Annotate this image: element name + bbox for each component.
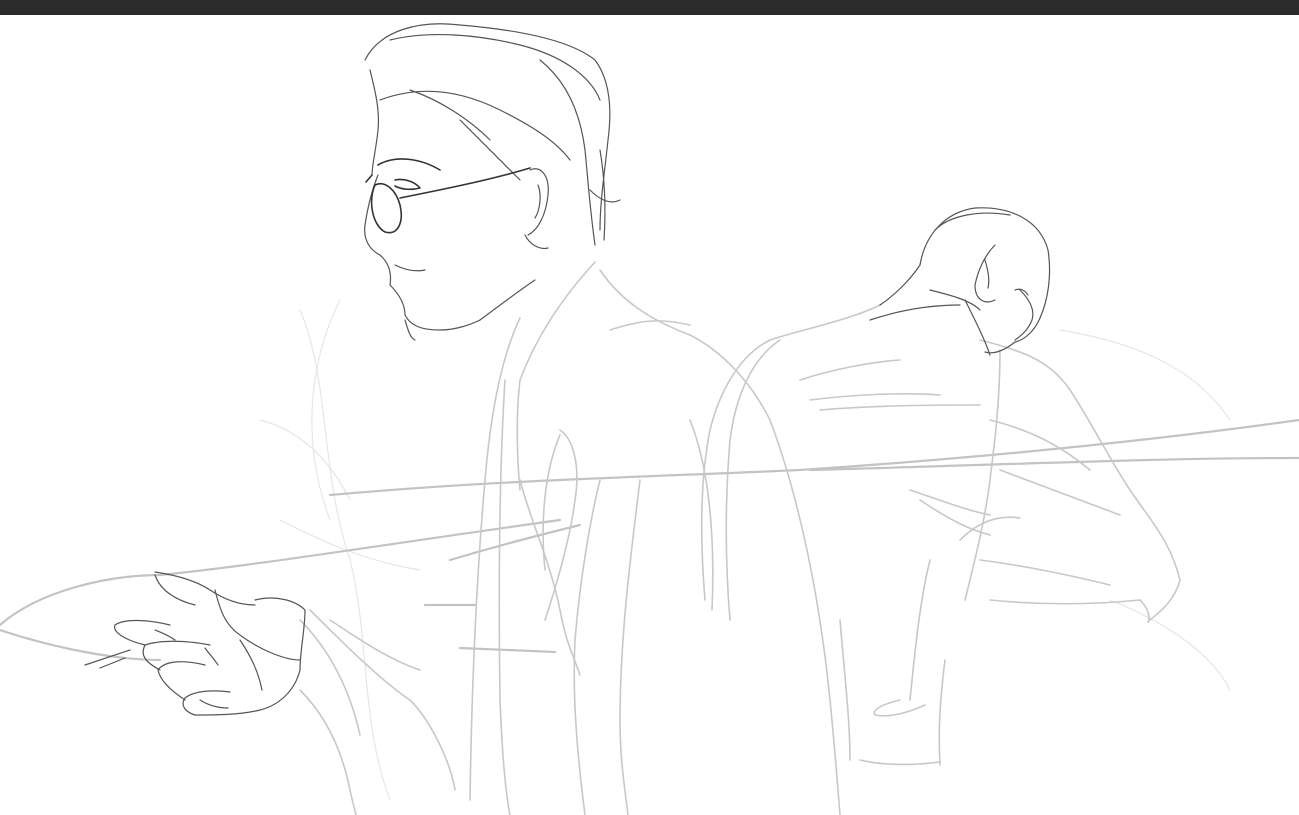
faint-construction-strokes — [259, 299, 1231, 801]
top-toolbar[interactable] — [0, 0, 1299, 15]
front-figure-hand — [84, 571, 306, 716]
back-figure-head — [869, 207, 1051, 356]
front-figure-coat — [299, 261, 841, 815]
drawing-canvas[interactable] — [0, 15, 1299, 815]
drawing-app — [0, 0, 1299, 815]
sketch-layer — [0, 23, 1299, 815]
guide-strokes — [0, 418, 1299, 662]
front-figure-head — [364, 23, 621, 341]
back-figure-coat — [700, 304, 1181, 766]
front-figure-glasses — [365, 158, 531, 234]
